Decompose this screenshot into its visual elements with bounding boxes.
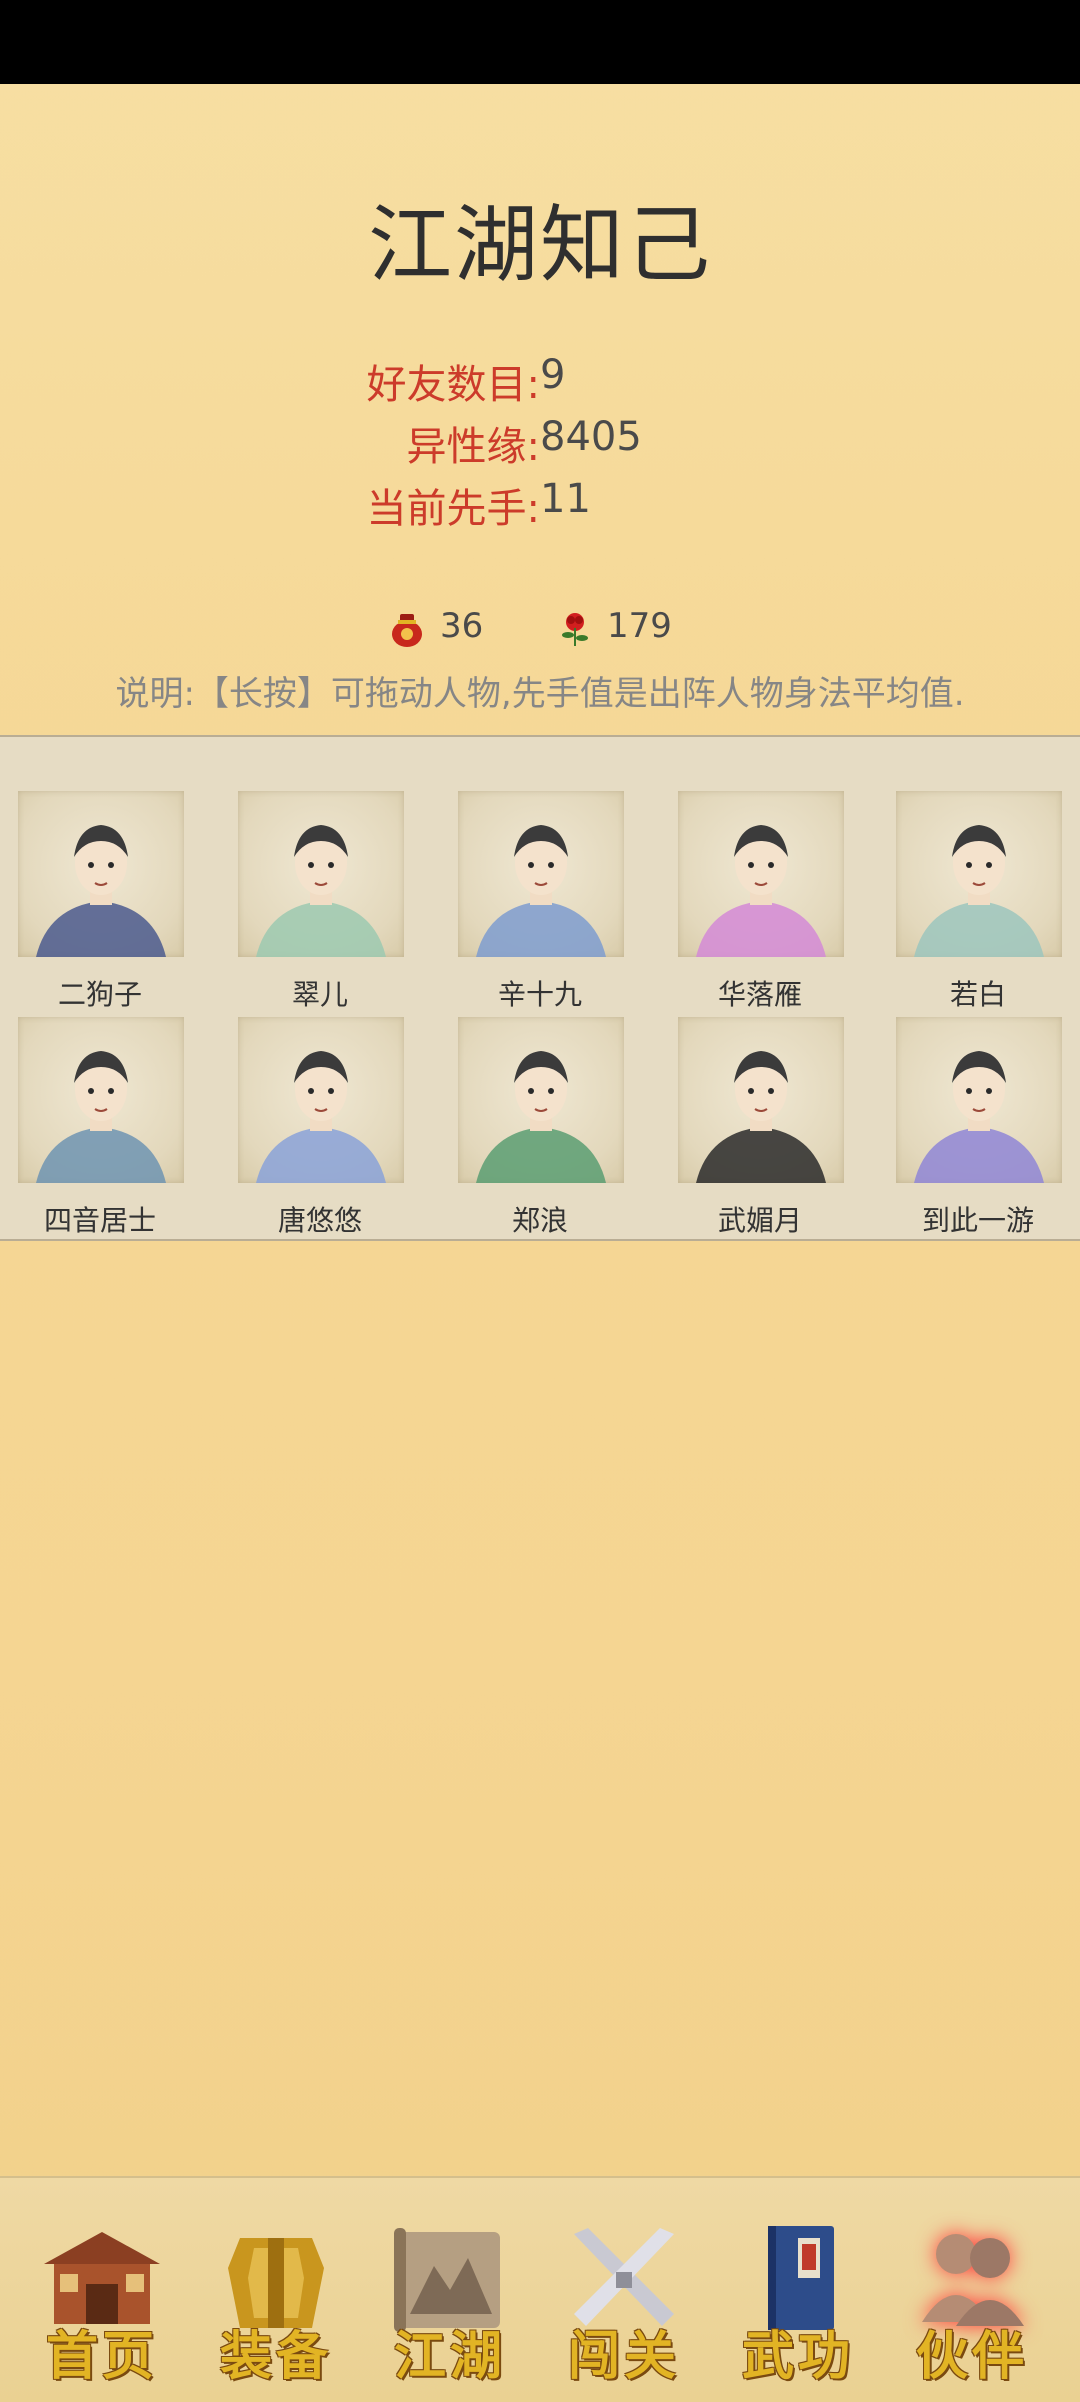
character-portrait	[678, 1017, 844, 1183]
character-name: 华落雁	[717, 978, 802, 1011]
stat-charm: 异性缘: 8405	[0, 414, 1080, 474]
nav-label: 闯关	[567, 2326, 680, 2387]
nav-label: 首页	[45, 2326, 158, 2387]
nav-partners[interactable]: 伙伴	[892, 2208, 1052, 2387]
nav-challenge[interactable]: 闯关	[544, 2208, 704, 2387]
character-name: 若白	[949, 978, 1006, 1011]
character-name: 郑浪	[511, 1204, 568, 1237]
character-card[interactable]: 二狗子	[0, 791, 200, 1011]
status-bar	[0, 0, 1080, 84]
character-name: 唐悠悠	[277, 1204, 362, 1237]
character-portrait	[18, 791, 184, 957]
character-portrait	[458, 1017, 624, 1183]
character-name: 翠儿	[291, 978, 348, 1011]
wine-count: 36	[440, 606, 484, 646]
stat-initiative: 当前先手: 11	[0, 476, 1080, 536]
character-roster: 二狗子 翠儿 辛十九 华落雁 若白四音居士 唐悠悠 郑浪 武媚月 到此一游	[0, 735, 1080, 1241]
character-name: 辛十九	[497, 978, 582, 1011]
character-portrait	[238, 791, 404, 957]
character-name: 武媚月	[717, 1204, 802, 1237]
stat-value: 11	[540, 476, 591, 522]
character-portrait	[458, 791, 624, 957]
character-card[interactable]: 郑浪	[440, 1017, 640, 1237]
stat-friend-count: 好友数目: 9	[0, 352, 1080, 412]
character-card[interactable]: 华落雁	[660, 791, 860, 1011]
stat-value: 9	[540, 352, 566, 398]
explanation-text: 说明:【长按】可拖动人物,先手值是出阵人物身法平均值.	[115, 674, 965, 714]
character-card[interactable]: 到此一游	[878, 1017, 1078, 1237]
wine-jar-icon	[392, 614, 422, 647]
nav-label: 武功	[741, 2326, 854, 2387]
nav-home[interactable]: 首页	[22, 2208, 182, 2387]
character-portrait	[18, 1017, 184, 1183]
character-name: 到此一游	[921, 1204, 1034, 1237]
stat-value: 8405	[540, 414, 642, 460]
rose-icon	[562, 613, 588, 646]
character-card[interactable]: 武媚月	[660, 1017, 860, 1237]
nav-label: 伙伴	[915, 2326, 1028, 2387]
character-name: 二狗子	[57, 978, 142, 1011]
rose-count: 179	[607, 606, 672, 646]
character-card[interactable]: 翠儿	[220, 791, 420, 1011]
nav-label: 装备	[219, 2326, 332, 2387]
character-card[interactable]: 若白	[878, 791, 1078, 1011]
resource-bar: 36 179	[0, 606, 1080, 656]
character-portrait	[896, 791, 1062, 957]
nav-label: 江湖	[393, 2326, 506, 2387]
character-card[interactable]: 四音居士	[0, 1017, 200, 1237]
character-name: 四音居士	[43, 1204, 156, 1237]
nav-martial-arts[interactable]: 武功	[718, 2208, 878, 2387]
bottom-nav: 首页 装备 江湖 闯关 武功 伙伴	[0, 2176, 1080, 2402]
stat-label: 好友数目:	[366, 362, 540, 408]
stat-label: 当前先手:	[366, 486, 540, 532]
character-portrait	[678, 791, 844, 957]
character-portrait	[896, 1017, 1062, 1183]
character-card[interactable]: 唐悠悠	[220, 1017, 420, 1237]
character-card[interactable]: 辛十九	[440, 791, 640, 1011]
nav-equipment[interactable]: 装备	[196, 2208, 356, 2387]
nav-jianghu[interactable]: 江湖	[370, 2208, 530, 2387]
character-portrait	[238, 1017, 404, 1183]
page-title: 江湖知己	[367, 196, 712, 294]
stat-label: 异性缘:	[406, 424, 540, 470]
